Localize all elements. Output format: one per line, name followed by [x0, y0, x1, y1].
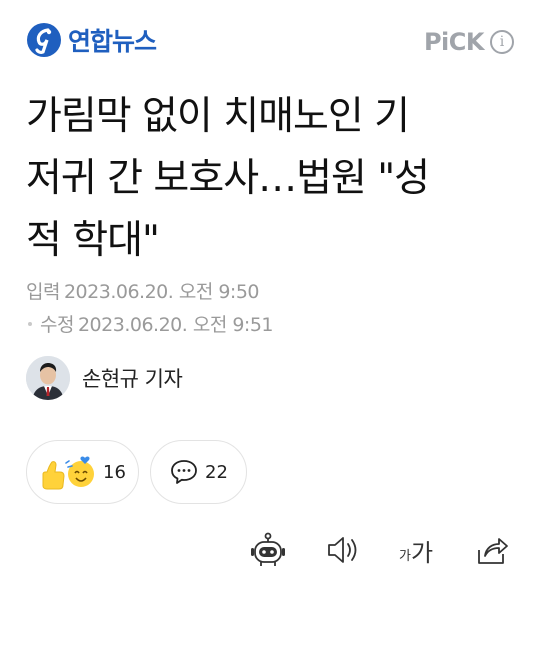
pick-badge[interactable]: PiCK i — [424, 28, 514, 56]
title-line: 적 학대" — [26, 218, 160, 263]
title-line: 가림막 없이 치매노인 기 — [26, 94, 410, 139]
like-count: 16 — [103, 461, 126, 483]
robot-icon — [251, 532, 285, 566]
thumbs-up-emoji-icon — [42, 456, 94, 490]
author-name: 손현규 기자 — [82, 367, 183, 391]
share-button[interactable] — [472, 525, 512, 575]
reaction-button[interactable]: 16 — [26, 440, 139, 504]
input-label: 입력 — [26, 281, 60, 303]
article-toolbar: 가가 — [0, 525, 540, 575]
font-size-large-label: 가 — [410, 538, 434, 567]
ai-summary-button[interactable] — [246, 525, 290, 575]
author-avatar — [26, 356, 70, 400]
edit-datetime: 수정 2023.06.20. 오전 9:51 — [28, 310, 274, 337]
input-datetime: 입력 2023.06.20. 오전 9:50 — [26, 277, 260, 304]
font-size-button[interactable]: 가가 — [394, 525, 438, 575]
font-size-small-label: 가 — [398, 548, 411, 564]
yonhap-logo-icon — [27, 23, 61, 57]
yonhap-logo[interactable]: 연합뉴스 — [26, 22, 157, 58]
comment-button[interactable]: 22 — [150, 440, 247, 504]
pick-label: PiCK — [423, 28, 485, 56]
app-header: 연합뉴스 PiCK i — [0, 0, 540, 84]
input-date: 2023.06.20. 오전 9:50 — [63, 281, 260, 303]
logo-text: 연합뉴스 — [68, 27, 157, 56]
text-to-speech-button[interactable] — [322, 525, 362, 575]
info-icon[interactable]: i — [490, 30, 514, 54]
article-title: 가림막 없이 치매노인 기 저귀 간 보호사…법원 "성 적 학대" — [26, 86, 516, 272]
author-byline[interactable]: 손현규 기자 — [26, 356, 183, 400]
speaker-icon — [328, 537, 357, 563]
comment-count: 22 — [205, 461, 228, 483]
bullet-dot — [28, 321, 32, 326]
edit-label: 수정 — [40, 314, 74, 336]
comment-icon — [171, 460, 197, 484]
share-icon — [478, 538, 508, 564]
title-line: 저귀 간 보호사…법원 "성 — [26, 156, 430, 201]
avatar-image — [26, 356, 70, 400]
edit-date: 2023.06.20. 오전 9:51 — [77, 314, 274, 336]
